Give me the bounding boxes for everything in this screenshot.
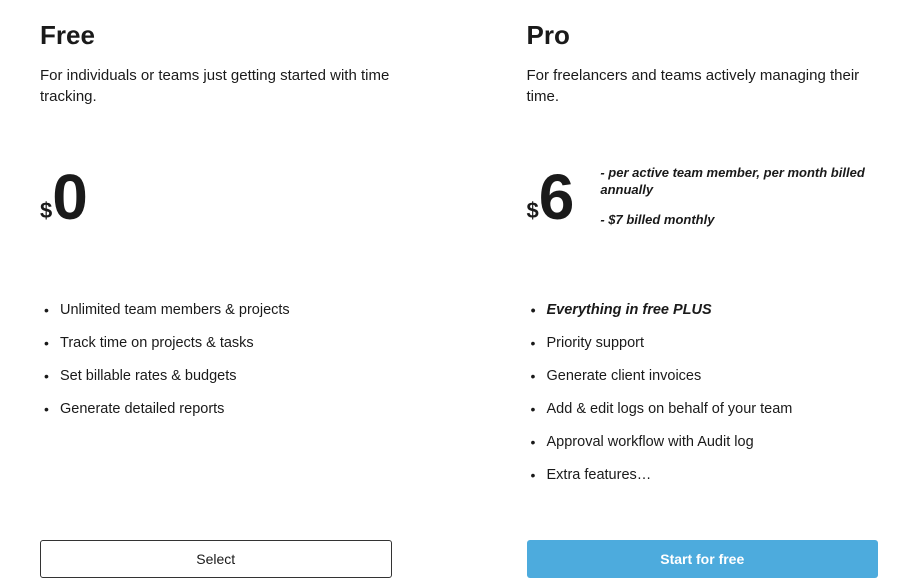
price-amount: 0 <box>52 165 86 229</box>
price-note: - $7 billed monthly <box>600 212 878 229</box>
plan-pro: Pro For freelancers and teams actively m… <box>527 20 879 578</box>
start-for-free-button[interactable]: Start for free <box>527 540 879 578</box>
feature-item: Generate client invoices <box>527 368 879 384</box>
feature-item: Generate detailed reports <box>40 401 392 417</box>
plan-free-features: Unlimited team members & projects Track … <box>40 302 392 500</box>
currency-symbol: $ <box>40 198 52 224</box>
plan-free-description: For individuals or teams just getting st… <box>40 65 392 107</box>
plan-free-title: Free <box>40 20 392 51</box>
feature-item: Track time on projects & tasks <box>40 335 392 351</box>
pricing-plans: Free For individuals or teams just getti… <box>40 20 878 578</box>
price-note: - per active team member, per month bill… <box>600 165 878 199</box>
price-notes: - per active team member, per month bill… <box>600 165 878 230</box>
feature-item: Approval workflow with Audit log <box>527 434 879 450</box>
feature-item: Add & edit logs on behalf of your team <box>527 401 879 417</box>
plan-pro-title: Pro <box>527 20 879 51</box>
plan-free-price: $ 0 <box>40 162 392 232</box>
plan-pro-price: $ 6 - per active team member, per month … <box>527 162 879 232</box>
select-button[interactable]: Select <box>40 540 392 578</box>
feature-item: Set billable rates & budgets <box>40 368 392 384</box>
plan-pro-description: For freelancers and teams actively manag… <box>527 65 879 107</box>
feature-item: Unlimited team members & projects <box>40 302 392 318</box>
plan-free: Free For individuals or teams just getti… <box>40 20 392 578</box>
price-amount: 6 <box>539 165 573 229</box>
feature-item: Everything in free PLUS <box>527 302 879 318</box>
plan-pro-features: Everything in free PLUS Priority support… <box>527 302 879 500</box>
feature-item: Extra features… <box>527 467 879 483</box>
currency-symbol: $ <box>527 198 539 224</box>
feature-item: Priority support <box>527 335 879 351</box>
